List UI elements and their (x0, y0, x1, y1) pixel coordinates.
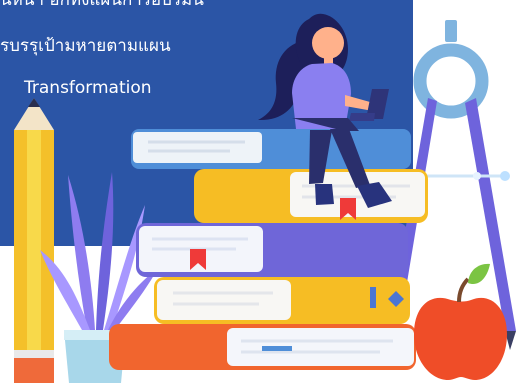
pencil-icon (14, 98, 54, 383)
book-stack-icon (109, 129, 428, 370)
study-books-illustration (14, 13, 516, 383)
apple-icon (414, 263, 507, 380)
illustration-banner: นหน้า อีกทั้งแผนการอบรมน รบรรุเป้ามหายตา… (0, 0, 525, 383)
